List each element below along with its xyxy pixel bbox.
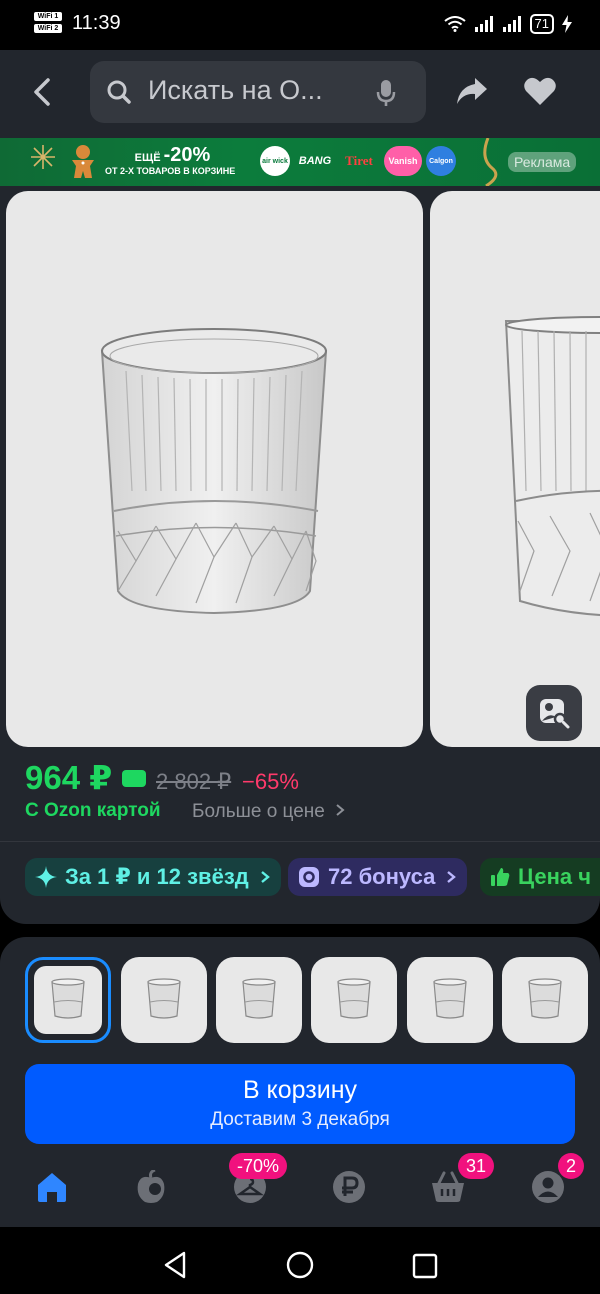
thumbnail[interactable] xyxy=(311,957,397,1043)
banner-condition: ОТ 2-Х ТОВАРОВ В КОРЗИНЕ xyxy=(105,166,236,176)
glass-thumb-icon xyxy=(528,978,562,1019)
system-navigation-bar xyxy=(0,1227,600,1294)
profile-icon xyxy=(532,1171,564,1203)
wifi-badge-2: WiFi 2 xyxy=(34,24,62,33)
thumbnail[interactable] xyxy=(121,957,207,1043)
microphone-icon[interactable] xyxy=(376,79,396,107)
product-photo-next[interactable] xyxy=(430,191,600,747)
bonus-chip[interactable]: 72 бонуса xyxy=(288,858,468,896)
basket-icon xyxy=(432,1171,464,1202)
thumbs-up-icon xyxy=(491,868,510,886)
price-section: 964 ₽ 2 802 ₽ −65% С Ozon картой Больше … xyxy=(0,756,600,924)
visual-search-button[interactable] xyxy=(526,685,582,741)
card-icon xyxy=(122,770,146,787)
old-price: 2 802 ₽ xyxy=(156,769,232,794)
ruble-icon xyxy=(333,1171,365,1203)
product-photo-main[interactable] xyxy=(6,191,423,747)
search-icon xyxy=(107,80,131,104)
tab-home[interactable] xyxy=(32,1167,72,1207)
purchase-panel: В корзину Доставим 3 декабря xyxy=(0,937,600,1227)
battery-indicator: 71 xyxy=(529,14,554,34)
ozon-card-label[interactable]: С Ozon картой xyxy=(25,800,161,822)
bonus-label: 72 бонуса xyxy=(328,864,436,889)
stars-offer-chip[interactable]: За 1 ₽ и 12 звёзд xyxy=(25,858,281,896)
banner-offer: ЕЩЁ -20% xyxy=(105,144,240,167)
status-bar: WiFi 1 WiFi 2 11:39 71 xyxy=(0,0,600,50)
home-circle-icon[interactable] xyxy=(286,1251,314,1279)
chevron-right-icon xyxy=(260,871,270,883)
brand-logo-calgon: Calgon xyxy=(426,146,456,176)
back-arrow-icon[interactable] xyxy=(26,74,58,110)
ad-banner[interactable]: ЕЩЁ -20% ОТ 2-Х ТОВАРОВ В КОРЗИНЕ air wi… xyxy=(0,138,600,186)
divider xyxy=(0,841,600,842)
recents-square-icon[interactable] xyxy=(412,1253,438,1279)
glass-thumb-icon xyxy=(242,978,276,1019)
thumbnail-selected[interactable] xyxy=(25,957,111,1043)
banner-prefix: ЕЩЁ xyxy=(134,152,161,164)
sparkle-icon xyxy=(35,866,57,888)
sale-badge: -70% xyxy=(229,1153,288,1179)
charging-icon xyxy=(562,15,572,33)
search-input[interactable]: Искать на О... xyxy=(90,61,426,123)
chevron-right-icon xyxy=(447,871,457,883)
discount-badge: −65% xyxy=(242,769,299,794)
status-time: 11:39 xyxy=(72,12,121,34)
brand-logo-tiret: Tiret xyxy=(345,153,373,168)
thumbnail[interactable] xyxy=(502,957,588,1043)
glass-thumb-icon xyxy=(433,978,467,1019)
gingerbread-icon xyxy=(72,145,94,178)
snowflake-icon xyxy=(31,145,55,169)
wifi-icon xyxy=(443,16,466,32)
cart-count-badge: 31 xyxy=(458,1153,495,1179)
apple-icon xyxy=(137,1170,165,1203)
glass-image-2 xyxy=(504,316,600,617)
chevron-right-icon xyxy=(336,804,345,816)
add-to-cart-label: В корзину xyxy=(242,1076,358,1104)
glass-image xyxy=(100,328,328,615)
signal-icon-2 xyxy=(502,16,521,32)
price-guarantee-label: Цена ч xyxy=(518,864,591,889)
back-triangle-icon[interactable] xyxy=(162,1251,188,1279)
wifi-badge-1: WiFi 1 xyxy=(34,12,62,21)
glass-thumb-icon xyxy=(337,978,371,1019)
thumbnail-image xyxy=(34,966,102,1034)
tab-fresh[interactable] xyxy=(131,1167,171,1207)
profile-badge: 2 xyxy=(558,1153,585,1179)
add-to-cart-button[interactable]: В корзину Доставим 3 декабря xyxy=(25,1064,575,1144)
glass-thumb-icon xyxy=(51,978,85,1019)
tab-finance[interactable] xyxy=(329,1167,369,1207)
glass-thumb-icon xyxy=(147,978,181,1019)
ad-label: Реклама xyxy=(508,152,577,172)
heart-icon[interactable] xyxy=(523,76,557,106)
price-guarantee-chip[interactable]: Цена ч xyxy=(480,858,600,896)
thumbnail[interactable] xyxy=(216,957,302,1043)
delivery-date: Доставим 3 декабря xyxy=(210,1109,390,1130)
top-bar: Искать на О... xyxy=(0,50,600,138)
home-icon xyxy=(38,1173,66,1202)
more-about-price-link[interactable]: Больше о цене xyxy=(192,801,346,823)
banner-percent: -20% xyxy=(163,144,211,166)
stars-offer-label: За 1 ₽ и 12 звёзд xyxy=(65,864,249,889)
brand-logo-airwick: air wick xyxy=(260,146,290,176)
image-search-icon xyxy=(540,699,570,729)
thumbnail[interactable] xyxy=(407,957,493,1043)
brand-logo-vanish: Vanish xyxy=(384,146,422,176)
more-price-text: Больше о цене xyxy=(192,801,325,822)
signal-icon-1 xyxy=(474,16,493,32)
wifi-badges: WiFi 1 WiFi 2 xyxy=(34,12,66,38)
current-price: 964 ₽ xyxy=(25,759,113,796)
product-gallery[interactable] xyxy=(0,186,600,756)
bonus-icon xyxy=(299,867,319,887)
search-placeholder: Искать на О... xyxy=(148,75,323,105)
share-icon[interactable] xyxy=(455,76,489,106)
status-icons: 71 xyxy=(443,12,572,36)
ribbon-decoration xyxy=(483,138,498,186)
brand-logo-bang: BANG xyxy=(298,155,332,167)
